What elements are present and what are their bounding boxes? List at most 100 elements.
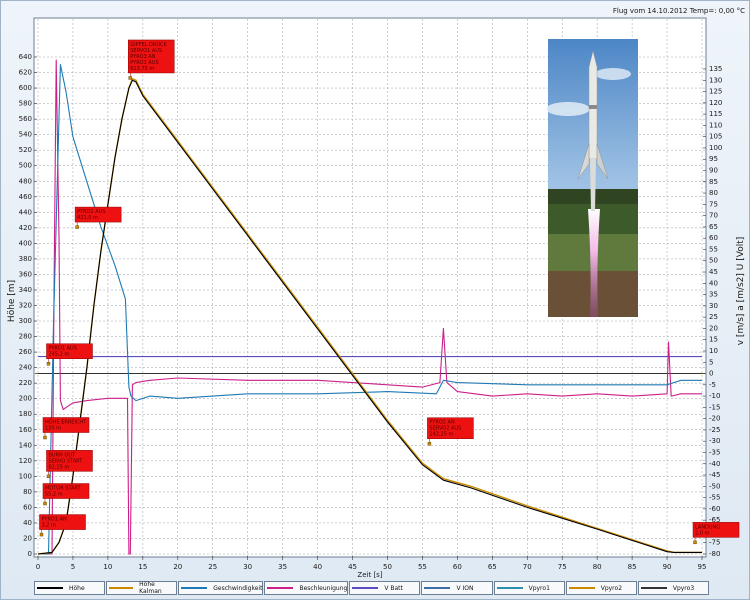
legend-swatch	[424, 587, 451, 589]
legend-swatch	[267, 587, 294, 589]
x-tick-label: 0	[36, 563, 40, 571]
annotation-line: 3,2 m	[41, 523, 56, 529]
flight-chart: Flug vom 14.10.2012 Temp=: 0,00 °C 0 20 40…	[7, 7, 746, 579]
y-right-tick-label: -30	[709, 437, 720, 445]
y-right-tick-label: 5	[709, 358, 713, 366]
y-left-tick-label: 380	[19, 255, 32, 263]
legend-item-7[interactable]: Vpyro2	[565, 581, 637, 595]
y-right-tick-label: 65	[709, 223, 718, 231]
x-tick-label: 55	[418, 563, 427, 571]
y-axis-right-label: v [m/s] a [m/s2] U [Volt]	[736, 237, 746, 346]
y-right-tick-label: -60	[709, 505, 720, 513]
legend-item-8[interactable]: Vpyro3	[637, 581, 709, 595]
y-right-tick-label: -45	[709, 471, 720, 479]
x-tick-label: 15	[138, 563, 147, 571]
y-right-tick-label: 120	[709, 99, 722, 107]
y-right-tick-label: 0	[709, 370, 713, 378]
annotation-marker	[43, 501, 47, 506]
legend-label: Vpyro1	[528, 584, 550, 592]
legend-label: Höhe	[69, 584, 85, 592]
y-left-tick-label: 320	[19, 302, 32, 310]
x-tick-label: 80	[593, 563, 602, 571]
annotation-line: 55,2 m	[45, 492, 63, 498]
legend-item-0[interactable]: Höhe	[34, 581, 106, 595]
legend-item-2[interactable]: Geschwindigkeit	[178, 581, 264, 595]
y-right-tick-label: -15	[709, 403, 720, 411]
x-tick-label: 20	[173, 563, 182, 571]
y-left-tick-label: 300	[19, 317, 32, 325]
y-right-tick-label: 105	[709, 133, 722, 141]
y-left-tick-label: 500	[19, 162, 32, 170]
y-right-tick-label: -40	[709, 460, 720, 468]
legend-swatch	[640, 587, 667, 589]
x-tick-label: 90	[663, 563, 672, 571]
y-right-tick-label: -55	[709, 494, 720, 502]
x-tick-label: 95	[698, 563, 707, 571]
x-tick-label: 25	[208, 563, 217, 571]
x-tick-label: 50	[383, 563, 392, 571]
x-tick-label: 60	[453, 563, 462, 571]
legend-label: Vpyro2	[600, 584, 623, 592]
y-left-tick-label: 120	[19, 457, 32, 465]
y-right-tick-label: 25	[709, 313, 718, 321]
y-right-tick-label: 125	[709, 88, 722, 96]
legend-swatch	[352, 587, 379, 589]
y-right-tick-label: -80	[709, 550, 720, 558]
y-left-tick-label: 620	[19, 69, 32, 77]
legend-swatch	[181, 587, 208, 589]
legend-label: Vpyro3	[672, 584, 695, 592]
legend-swatch	[568, 587, 595, 589]
legend-swatch	[109, 587, 134, 589]
annotation-marker	[39, 532, 44, 537]
legend-item-1[interactable]: Höhe Kalman	[106, 581, 178, 595]
annotation-line: HÖHE ERREICHT	[45, 419, 87, 426]
legend-item-5[interactable]: V ION	[421, 581, 493, 595]
y-left-tick-label: 240	[19, 364, 32, 372]
annotation-marker	[75, 225, 79, 229]
y-left-tick-label: 520	[19, 146, 32, 154]
legend-label: V Batt	[384, 584, 403, 592]
y-right-tick-label: 135	[709, 65, 722, 73]
legend-label: Beschleunigung	[299, 584, 348, 592]
y-left-tick-label: 580	[19, 100, 32, 108]
legend-item-3[interactable]: Beschleunigung	[264, 581, 349, 595]
y-left-tick-label: 420	[19, 224, 32, 232]
annotation-marker	[693, 540, 697, 545]
y-right-tick-label: 10	[709, 347, 718, 355]
x-tick-label: 85	[628, 563, 637, 571]
x-tick-label: 65	[488, 563, 497, 571]
annotation-marker	[46, 362, 51, 366]
y-left-tick-label: 200	[19, 395, 32, 403]
y-right-tick-label: 20	[709, 324, 718, 332]
legend-item-6[interactable]: Vpyro1	[493, 581, 565, 595]
y-right-tick-label: 110	[709, 121, 722, 129]
annotation-line: 130 m	[45, 426, 61, 432]
legend-label: Höhe Kalman	[139, 581, 162, 595]
y-left-tick-label: 20	[23, 534, 32, 542]
annotation-marker	[427, 442, 432, 446]
y-left-tick-label: 340	[19, 286, 32, 294]
y-left-tick-label: 60	[23, 503, 32, 511]
y-left-tick-label: 400	[19, 239, 32, 247]
y-right-tick-label: -50	[709, 482, 720, 490]
annotation-marker	[128, 76, 132, 80]
y-right-tick-label: 115	[709, 110, 722, 118]
y-right-tick-label: -75	[709, 539, 720, 547]
y-left-tick-label: 160	[19, 426, 32, 434]
y-right-tick-label: -20	[709, 415, 720, 423]
y-left-tick-label: 360	[19, 270, 32, 278]
legend-item-4[interactable]: V Batt	[349, 581, 421, 595]
legend-swatch	[37, 587, 63, 589]
y-right-tick-label: -10	[709, 392, 720, 400]
annotation-line: 421,5 m	[77, 215, 98, 221]
x-tick-label: 70	[523, 563, 532, 571]
y-right-tick-label: 90	[709, 167, 718, 175]
y-right-tick-label: -25	[709, 426, 720, 434]
y-left-tick-label: 260	[19, 348, 32, 356]
y-right-tick-label: 95	[709, 155, 718, 163]
x-tick-label: 10	[103, 563, 112, 571]
annotation-line: 82,25 m	[48, 464, 69, 470]
y-right-tick-label: -35	[709, 448, 720, 456]
y-right-tick-label: 50	[709, 257, 718, 265]
x-tick-label: 30	[243, 563, 252, 571]
